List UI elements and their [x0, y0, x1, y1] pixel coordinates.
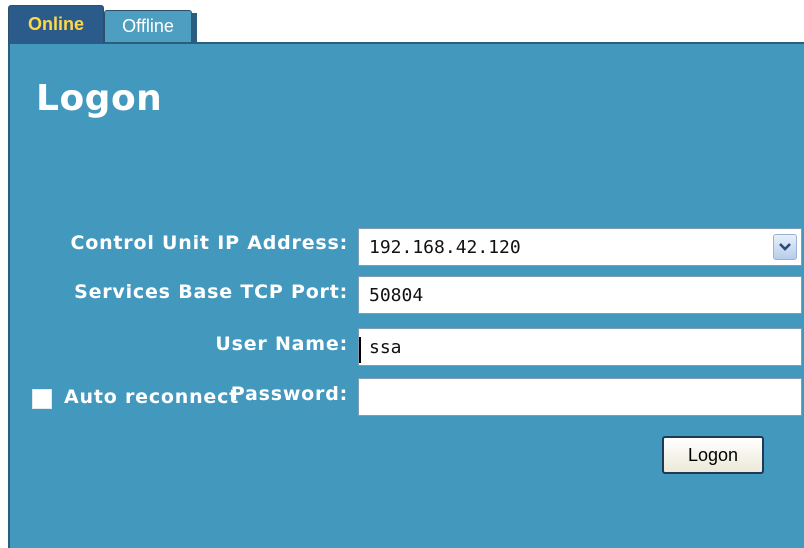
username-label: User Name:	[215, 333, 348, 355]
tab-bar: Online Offline	[0, 0, 804, 43]
ip-address-value: 192.168.42.120	[369, 236, 521, 258]
auto-reconnect-label: Auto reconnect	[64, 386, 240, 408]
tab-offline-label: Offline	[122, 16, 174, 36]
logon-button-label: Logon	[687, 444, 739, 465]
username-input[interactable]	[358, 328, 802, 366]
tab-offline[interactable]: Offline	[104, 10, 197, 43]
tcp-port-label: Services Base TCP Port:	[74, 281, 348, 303]
tab-online[interactable]: Online	[8, 5, 104, 43]
ip-address-select[interactable]: 192.168.42.120	[358, 228, 802, 266]
password-label: Password:	[230, 383, 348, 405]
page-title: Logon	[36, 78, 163, 119]
chevron-down-icon[interactable]	[773, 234, 797, 260]
password-input[interactable]	[358, 378, 802, 416]
tab-online-label: Online	[27, 14, 84, 34]
text-cursor	[359, 337, 361, 363]
ip-address-label: Control Unit IP Address:	[70, 232, 348, 254]
tcp-port-input[interactable]	[358, 276, 802, 314]
logon-button[interactable]: Logon	[662, 436, 764, 474]
auto-reconnect-checkbox[interactable]	[32, 389, 52, 409]
